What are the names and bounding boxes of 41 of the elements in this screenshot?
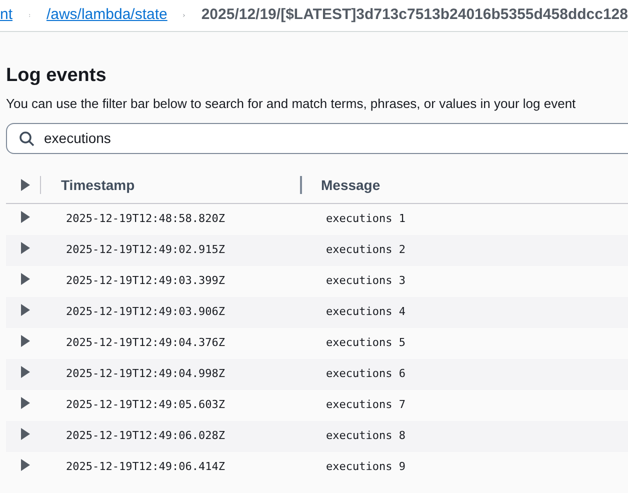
search-field[interactable]: executions [6,122,628,154]
timestamp-cell-text: 2025-12-19T12:48:58.820Z [66,210,226,227]
message-cell-text: executions 2 [326,242,406,258]
message-cell-text: executions 7 [326,396,406,413]
timestamp-cell-text: 2025-12-19T12:49:04.998Z [66,366,226,382]
timestamp-cell-text: 2025-12-19T12:49:03.399Z [66,272,226,289]
caret-right-icon[interactable] [20,428,30,440]
column-header[interactable]: Timestamp [61,174,300,196]
table-row[interactable]: 2025-12-19T12:49:04.998Z executions 6 [6,358,628,390]
timestamp-cell-text: 2025-12-19T12:49:06.414Z [66,458,226,475]
message-cell-text: executions 8 [326,428,406,444]
section-heading: Log events [6,64,108,88]
caret-right-icon[interactable] [20,179,30,191]
caret-right-icon[interactable] [20,334,30,346]
timestamp-cell-text: 2025-12-19T12:49:02.915Z [66,242,226,258]
breadcrumb-link[interactable]: /aws/lambda/state [46,4,168,27]
timestamp-cell-text: 2025-12-19T12:49:06.028Z [66,428,226,444]
column-header[interactable]: Message [321,174,380,196]
message-cell-text: executions 9 [326,458,406,475]
message-cell-text: executions 3 [326,272,406,289]
caret-right-icon[interactable] [20,458,30,470]
caret-right-icon[interactable] [20,242,30,254]
message-cell-text: executions 5 [326,334,406,351]
table-row[interactable]: 2025-12-19T12:49:03.906Z executions 4 [6,296,628,328]
caret-right-icon[interactable] [20,396,30,408]
timestamp-cell-text: 2025-12-19T12:49:03.906Z [66,304,226,320]
table-row[interactable]: 2025-12-19T12:49:06.028Z executions 8 [6,420,628,452]
description-text: You can use the filter bar below to search for and match terms, phrases, or values in your log event [6,95,577,113]
table-row[interactable]: 2025-12-19T12:49:02.915Z executions 2 [6,234,628,266]
timestamp-cell-text: 2025-12-19T12:49:04.376Z [66,334,226,351]
caret-right-icon[interactable] [20,272,30,284]
caret-right-icon[interactable] [20,304,30,316]
search-icon [19,130,35,146]
timestamp-cell-text: 2025-12-19T12:49:05.603Z [66,396,226,413]
message-cell-text: executions 4 [326,304,406,320]
message-cell-text: executions 6 [326,366,406,382]
caret-right-icon[interactable] [20,366,30,378]
message-cell-text: executions 1 [326,210,406,227]
caret-right-icon[interactable] [20,210,30,222]
breadcrumb-current: 2025/12/19/[$LATEST]3d713c7513b24016b5355d458ddcc128 [201,5,628,26]
breadcrumb-link[interactable]: nt [0,4,13,27]
